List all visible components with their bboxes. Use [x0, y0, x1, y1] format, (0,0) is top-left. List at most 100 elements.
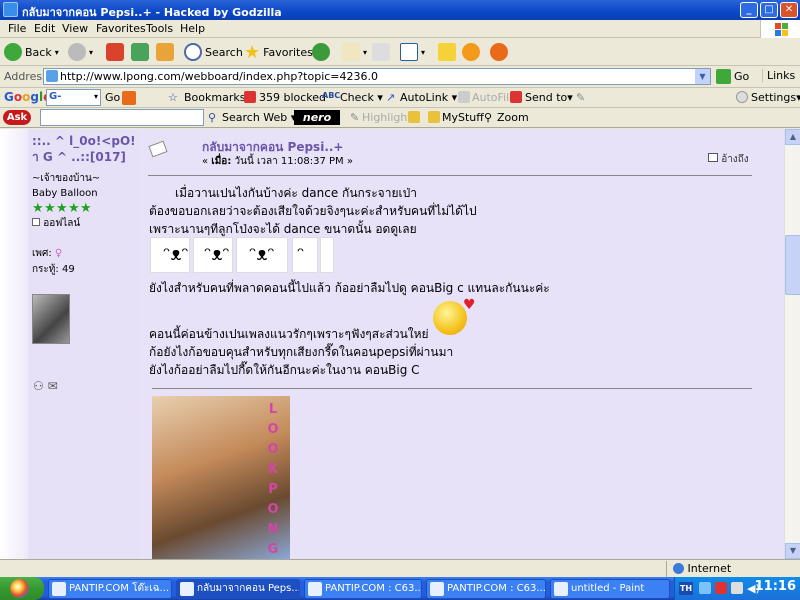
- vertical-scrollbar[interactable]: ▲ ▼: [784, 129, 800, 559]
- globe-icon: [673, 563, 684, 574]
- scroll-down-arrow[interactable]: ▼: [785, 543, 800, 559]
- settings-icon: [736, 91, 748, 103]
- menu-tools[interactable]: Tools: [146, 22, 173, 35]
- favorites-button[interactable]: ★ Favorites: [244, 41, 313, 63]
- ask-search-input[interactable]: [40, 109, 204, 126]
- profile-actions: ⚇ ✉: [33, 379, 58, 393]
- settings-button[interactable]: Settings▾: [751, 91, 800, 104]
- clock[interactable]: 11:16: [755, 579, 796, 594]
- messenger-button[interactable]: [462, 41, 480, 63]
- quote-icon: [708, 153, 718, 162]
- go-arrow-icon: [716, 69, 731, 84]
- back-arrow-icon: [4, 43, 22, 61]
- highlight-button[interactable]: Highlight: [362, 111, 412, 124]
- menu-edit[interactable]: Edit: [34, 22, 55, 35]
- note-button[interactable]: [438, 41, 456, 63]
- page-left-margin: [0, 129, 28, 559]
- emoticon-image: [320, 237, 334, 273]
- menu-file[interactable]: File: [8, 22, 26, 35]
- language-indicator[interactable]: TH: [679, 582, 693, 595]
- popups-blocked-button[interactable]: 359 blocked: [259, 91, 326, 104]
- star-icon: ★: [44, 201, 56, 216]
- refresh-button[interactable]: [131, 41, 149, 63]
- home-button[interactable]: [156, 41, 174, 63]
- search-web-button[interactable]: Search Web ▾: [222, 111, 296, 124]
- star-icon: ★: [244, 41, 261, 63]
- minimize-button[interactable]: _: [740, 2, 758, 18]
- zoom-button[interactable]: Zoom: [497, 111, 529, 124]
- taskbar-item-current[interactable]: กลับมาจากคอน Peps...: [176, 579, 300, 599]
- check-button[interactable]: Check ▾: [340, 91, 383, 104]
- highlight-icon: ✎: [350, 111, 360, 124]
- address-dropdown[interactable]: ▼: [695, 69, 710, 84]
- mystuff-button[interactable]: MyStuff: [442, 111, 484, 124]
- profile-icon[interactable]: ⚇: [33, 379, 44, 393]
- tray-security-icon[interactable]: [715, 582, 727, 594]
- edit-word-button[interactable]: ▾: [400, 41, 425, 63]
- notepad-icon[interactable]: [408, 111, 420, 123]
- research-button[interactable]: [490, 41, 508, 63]
- bookmarks-star-icon: ☆: [168, 91, 178, 104]
- close-button[interactable]: ✕: [780, 2, 798, 18]
- avatar[interactable]: [32, 294, 70, 344]
- back-button[interactable]: Back ▾: [4, 41, 59, 63]
- quote-button[interactable]: อ้างถึง: [708, 152, 749, 167]
- refresh-icon: [131, 43, 149, 61]
- autolink-button[interactable]: AutoLink ▾: [400, 91, 457, 104]
- poster-username[interactable]: ::.. ^ l_0o!<pO!า G ^ ..::[017]: [32, 133, 140, 165]
- star-icon: ★: [32, 201, 44, 216]
- highlighter-pen-icon[interactable]: ✎: [576, 91, 585, 104]
- taskbar-item-pantip-3[interactable]: PANTIP.COM : C63...: [426, 579, 546, 599]
- online-status: ออฟไลน์: [32, 216, 80, 231]
- autofill-icon: [458, 91, 470, 103]
- maximize-button[interactable]: □: [760, 2, 778, 18]
- mystuff-icon: [428, 111, 440, 123]
- sendto-icon: [510, 91, 522, 103]
- search-button[interactable]: Search: [184, 41, 243, 63]
- links-button[interactable]: Links: [762, 69, 795, 82]
- google-search-input[interactable]: G- ▾: [46, 89, 101, 106]
- sendto-button[interactable]: Send to▾: [525, 91, 573, 104]
- rating-stars: ★★★★★: [32, 202, 92, 215]
- popup-blocker-icon: [244, 91, 256, 103]
- post-count-row: กระทู้: 49: [32, 264, 75, 275]
- address-input[interactable]: http://www.lpong.com/webboard/index.php?…: [43, 68, 711, 85]
- history-button[interactable]: [312, 41, 330, 63]
- forward-button[interactable]: ▾: [68, 41, 93, 63]
- taskbar-item-pantip-1[interactable]: PANTIP.COM โต๊ะเฉ...: [48, 579, 172, 599]
- ie-icon: [52, 582, 66, 596]
- autofill-button[interactable]: AutoFill: [472, 91, 512, 104]
- search-web-icon: ⚲: [208, 111, 217, 124]
- post-photo[interactable]: LOOKPONG: [152, 396, 290, 559]
- google-pagerank-icon[interactable]: [122, 91, 136, 105]
- post-line-1: เมื่อวานเปนไงกันบ้างค่ะ dance กันกระจายเ…: [175, 186, 417, 200]
- start-button[interactable]: [0, 577, 44, 600]
- google-go-button[interactable]: Go: [105, 91, 120, 104]
- stop-button[interactable]: [106, 41, 124, 63]
- zoom-icon: ⚲: [484, 111, 493, 124]
- nero-logo[interactable]: nero: [294, 110, 340, 125]
- windows-orb-icon: [10, 579, 29, 598]
- ie-icon: [430, 582, 444, 596]
- mail-button[interactable]: ▾: [342, 41, 367, 63]
- tray-app-icon[interactable]: [699, 582, 711, 594]
- menu-help[interactable]: Help: [180, 22, 205, 35]
- ie-window-icon[interactable]: [3, 2, 18, 17]
- scroll-thumb[interactable]: [785, 235, 800, 295]
- mail-icon: [342, 43, 360, 61]
- network-icon[interactable]: [731, 582, 743, 594]
- bookmarks-button[interactable]: Bookmarks▾: [184, 91, 251, 104]
- scroll-up-arrow[interactable]: ▲: [785, 129, 800, 145]
- home-icon: [156, 43, 174, 61]
- go-button[interactable]: Go: [716, 69, 749, 84]
- taskbar-item-paint[interactable]: untitled - Paint: [550, 579, 670, 599]
- emoticon-image: ᵔᴥᵔ: [193, 237, 233, 273]
- print-button[interactable]: [372, 41, 390, 63]
- spellcheck-icon: ABC: [322, 91, 341, 100]
- taskbar-item-pantip-2[interactable]: PANTIP.COM : C63...: [304, 579, 422, 599]
- pm-icon[interactable]: ✉: [48, 379, 58, 393]
- menu-view[interactable]: View: [62, 22, 88, 35]
- page-icon: [46, 70, 58, 82]
- menu-favorites[interactable]: Favorites: [96, 22, 146, 35]
- kiss-smiley-image: ♥: [427, 297, 479, 337]
